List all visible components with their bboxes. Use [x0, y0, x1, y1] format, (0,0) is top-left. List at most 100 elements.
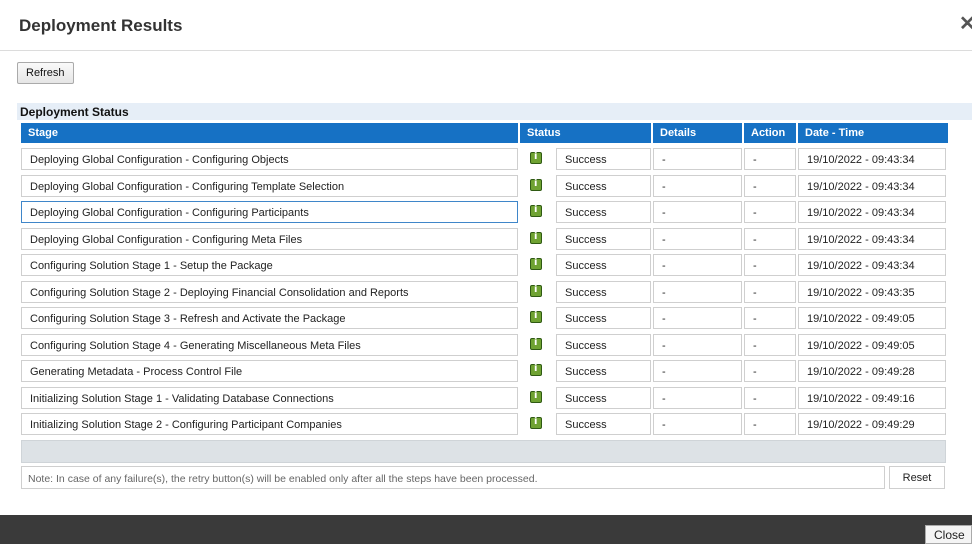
action-cell-text: - [753, 419, 757, 431]
details-cell-text: - [662, 234, 666, 246]
details-cell: - [653, 413, 742, 435]
note-box: Note: In case of any failure(s), the ret… [21, 466, 885, 489]
status-cell-text: Success [565, 260, 607, 272]
action-cell: - [744, 387, 796, 409]
details-cell: - [653, 334, 742, 356]
section-title: Deployment Status [20, 105, 129, 119]
stage-cell-text: Deploying Global Configuration - Configu… [30, 154, 289, 166]
info-icon [530, 151, 542, 164]
status-cell: Success [556, 175, 651, 197]
info-icon [530, 231, 542, 244]
stage-cell-text: Deploying Global Configuration - Configu… [30, 207, 309, 219]
datetime-cell: 19/10/2022 - 09:43:35 [798, 281, 946, 303]
details-cell-text: - [662, 366, 666, 378]
datetime-cell-text: 19/10/2022 - 09:49:28 [807, 366, 915, 378]
stage-cell-text: Initializing Solution Stage 1 - Validati… [30, 393, 334, 405]
stage-cell: Deploying Global Configuration - Configu… [21, 228, 518, 250]
stage-cell: Deploying Global Configuration - Configu… [21, 175, 518, 197]
reset-button[interactable]: Reset [889, 466, 945, 489]
status-cell: Success [556, 360, 651, 382]
details-cell-text: - [662, 154, 666, 166]
stage-cell-text: Configuring Solution Stage 1 - Setup the… [30, 260, 273, 272]
table-spacer-row [21, 440, 946, 463]
column-header-stage: Stage [21, 123, 518, 143]
status-cell-text: Success [565, 419, 607, 431]
stage-cell: Configuring Solution Stage 3 - Refresh a… [21, 307, 518, 329]
datetime-cell: 19/10/2022 - 09:49:05 [798, 334, 946, 356]
action-cell-text: - [753, 260, 757, 272]
refresh-button[interactable]: Refresh [17, 62, 74, 84]
info-icon [530, 284, 542, 297]
status-cell-text: Success [565, 393, 607, 405]
status-cell-text: Success [565, 234, 607, 246]
column-label: Date - Time [805, 127, 865, 139]
stage-cell: Configuring Solution Stage 2 - Deploying… [21, 281, 518, 303]
close-button[interactable]: Close [925, 525, 972, 544]
column-header-details: Details [653, 123, 742, 143]
details-cell: - [653, 228, 742, 250]
datetime-cell-text: 19/10/2022 - 09:49:05 [807, 313, 915, 325]
action-cell: - [744, 148, 796, 170]
info-icon [530, 204, 542, 217]
stage-cell: Initializing Solution Stage 1 - Validati… [21, 387, 518, 409]
action-cell-text: - [753, 340, 757, 352]
action-cell: - [744, 175, 796, 197]
section-header: Deployment Status [17, 103, 972, 120]
action-cell: - [744, 254, 796, 276]
status-cell: Success [556, 387, 651, 409]
close-icon[interactable]: ✕ [959, 14, 972, 34]
stage-cell-text: Deploying Global Configuration - Configu… [30, 234, 303, 246]
column-label: Details [660, 127, 697, 139]
status-cell: Success [556, 254, 651, 276]
details-cell: - [653, 281, 742, 303]
status-cell: Success [556, 201, 651, 223]
details-cell: - [653, 360, 742, 382]
stage-cell: Configuring Solution Stage 1 - Setup the… [21, 254, 518, 276]
status-cell-text: Success [565, 313, 607, 325]
status-cell: Success [556, 413, 651, 435]
column-label: Stage [28, 127, 58, 139]
details-cell-text: - [662, 260, 666, 272]
stage-cell-text: Configuring Solution Stage 2 - Deploying… [30, 287, 409, 299]
datetime-cell: 19/10/2022 - 09:49:28 [798, 360, 946, 382]
details-cell-text: - [662, 340, 666, 352]
info-icon [530, 416, 542, 429]
status-cell-text: Success [565, 154, 607, 166]
dialog-footer [0, 515, 972, 544]
dialog-titlebar: Deployment Results ✕ [0, 0, 972, 51]
stage-cell: Deploying Global Configuration - Configu… [21, 201, 518, 223]
action-cell: - [744, 307, 796, 329]
datetime-cell-text: 19/10/2022 - 09:43:34 [807, 234, 915, 246]
column-label: Status [527, 127, 561, 139]
action-cell: - [744, 360, 796, 382]
datetime-cell-text: 19/10/2022 - 09:49:29 [807, 419, 915, 431]
datetime-cell: 19/10/2022 - 09:49:16 [798, 387, 946, 409]
status-cell-text: Success [565, 340, 607, 352]
details-cell: - [653, 254, 742, 276]
details-cell: - [653, 148, 742, 170]
info-icon [530, 390, 542, 403]
note-text: Note: In case of any failure(s), the ret… [28, 473, 538, 485]
dialog-title: Deployment Results [19, 16, 183, 35]
action-cell-text: - [753, 154, 757, 166]
stage-cell-text: Generating Metadata - Process Control Fi… [30, 366, 243, 378]
action-cell-text: - [753, 234, 757, 246]
stage-cell-text: Initializing Solution Stage 2 - Configur… [30, 419, 342, 431]
details-cell-text: - [662, 207, 666, 219]
action-cell-text: - [753, 313, 757, 325]
stage-cell: Configuring Solution Stage 4 - Generatin… [21, 334, 518, 356]
datetime-cell: 19/10/2022 - 09:49:05 [798, 307, 946, 329]
details-cell-text: - [662, 393, 666, 405]
column-label: Action [751, 127, 786, 139]
info-icon [530, 310, 542, 323]
action-cell: - [744, 281, 796, 303]
details-cell-text: - [662, 313, 666, 325]
column-header-status: Status [520, 123, 651, 143]
action-cell-text: - [753, 366, 757, 378]
details-cell-text: - [662, 287, 666, 299]
stage-cell-text: Configuring Solution Stage 3 - Refresh a… [30, 313, 346, 325]
status-cell: Success [556, 334, 651, 356]
details-cell: - [653, 201, 742, 223]
details-cell: - [653, 307, 742, 329]
datetime-cell-text: 19/10/2022 - 09:49:05 [807, 340, 915, 352]
